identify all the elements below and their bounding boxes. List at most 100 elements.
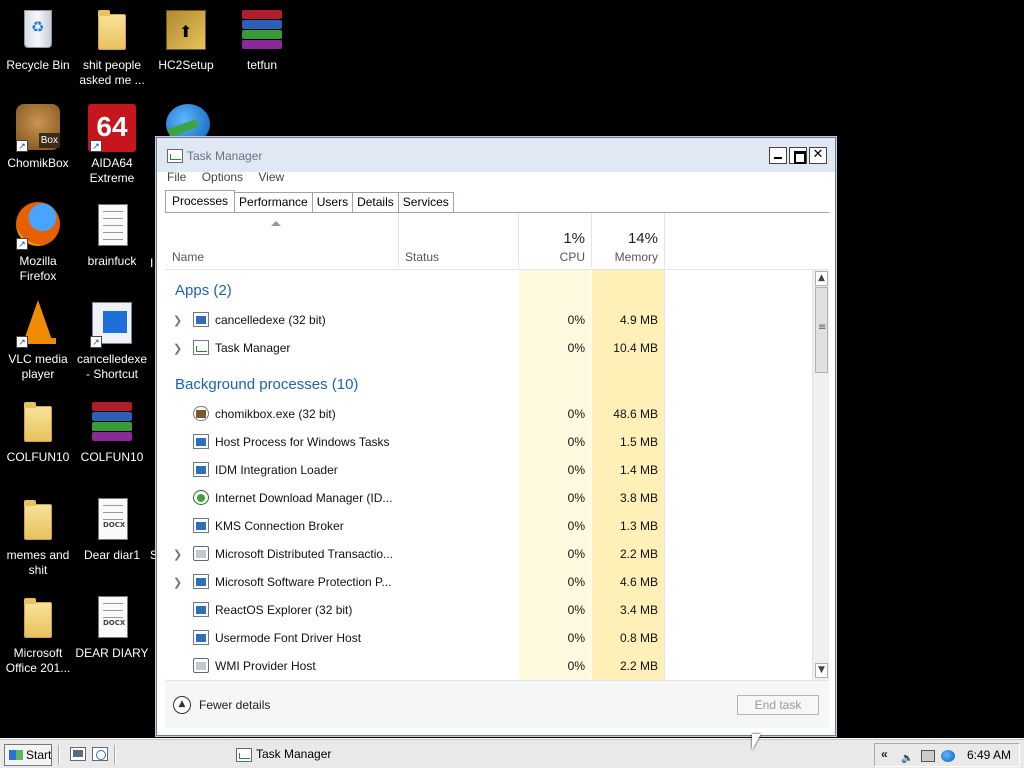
table-row[interactable]: ❯ Microsoft Distributed Transactio... 0%… — [165, 540, 811, 568]
column-header-status[interactable]: Status — [399, 213, 519, 268]
process-name: ReactOS Explorer (32 bit) — [215, 603, 353, 617]
table-row[interactable]: KMS Connection Broker 0% 1.3 MB — [165, 512, 811, 540]
end-task-button[interactable]: End task — [737, 695, 819, 715]
volume-icon[interactable] — [901, 750, 915, 762]
tab-details[interactable]: Details — [353, 192, 399, 213]
table-row[interactable]: ❯ cancelledexe (32 bit) 0% 4.9 MB — [165, 306, 811, 334]
tab-users[interactable]: Users — [312, 192, 354, 213]
table-row[interactable]: Host Process for Windows Tasks 0% 1.5 MB — [165, 428, 811, 456]
process-list: Apps (2) ❯ cancelledexe (32 bit) 0% 4.9 … — [165, 270, 811, 680]
process-cpu: 0% — [567, 341, 585, 355]
desktop-icon-vlc[interactable]: ↗ VLC media player — [0, 300, 76, 382]
tab-processes[interactable]: Processes — [165, 190, 236, 213]
table-row[interactable]: IDM Integration Loader 0% 1.4 MB — [165, 456, 811, 484]
installer-icon — [166, 10, 206, 50]
column-header-name[interactable]: Name — [165, 213, 399, 268]
desktop-icon-colfun10-folder[interactable]: COLFUN10 — [0, 398, 76, 465]
chevron-right-icon[interactable]: ❯ — [173, 548, 182, 561]
taskbar-item-task-manager[interactable]: Task Manager — [232, 744, 752, 766]
process-memory: 4.6 MB — [619, 575, 658, 589]
memory-total: 14% — [627, 230, 658, 247]
process-cpu: 0% — [567, 547, 585, 561]
tab-performance[interactable]: Performance — [235, 192, 313, 213]
desktop-icon-label: HC2Setup — [158, 58, 214, 72]
desktop-icon-brainfuck[interactable]: brainfuck — [74, 202, 150, 269]
explorer-icon[interactable] — [92, 747, 108, 761]
scroll-up-icon[interactable]: ▲ — [815, 271, 828, 286]
desktop-icon-aida64[interactable]: 64 ↗ AIDA64 Extreme — [74, 104, 150, 186]
process-memory: 1.5 MB — [619, 435, 658, 449]
process-memory: 2.2 MB — [619, 659, 658, 673]
desktop-icon-memes-folder[interactable]: memes and shit — [0, 496, 76, 578]
winrar-icon — [242, 10, 282, 50]
scrollbar-thumb[interactable] — [815, 287, 828, 373]
desktop-icon-label: COLFUN10 — [6, 450, 70, 464]
app-window-icon — [193, 630, 209, 645]
clock[interactable]: 6:49 AM — [967, 748, 1011, 762]
desktop-icon-colfun10-archive[interactable]: COLFUN10 — [74, 398, 150, 465]
tray-expand-icon[interactable]: « — [881, 747, 888, 761]
desktop-icon-label: Recycle Bin — [6, 58, 70, 72]
menu-options[interactable]: Options — [200, 170, 245, 184]
shortcut-arrow-icon: ↗ — [16, 336, 28, 348]
chevron-right-icon[interactable]: ❯ — [173, 576, 182, 589]
table-row[interactable]: ❯ Task Manager 0% 10.4 MB — [165, 334, 811, 362]
table-row[interactable]: chomikbox.exe (32 bit) 0% 48.6 MB — [165, 400, 811, 428]
column-header-cpu[interactable]: 1% CPU — [519, 213, 592, 268]
group-header-background[interactable]: Background processes (10) — [175, 376, 358, 393]
desktop-icon-firefox[interactable]: ↗ Mozilla Firefox — [0, 202, 76, 284]
desktop-icon-tetfun[interactable]: tetfun — [224, 6, 300, 73]
task-manager-icon — [193, 340, 209, 355]
desktop-icon-cancelledexe-shortcut[interactable]: ↗ cancelledexe - Shortcut — [74, 300, 150, 382]
tab-services[interactable]: Services — [398, 192, 454, 213]
footer-bar: ▲ Fewer details End task — [165, 680, 829, 728]
idm-tray-icon[interactable] — [941, 750, 955, 762]
close-button[interactable]: ✕ — [809, 147, 827, 164]
column-header-memory[interactable]: 14% Memory — [592, 213, 665, 268]
table-row[interactable]: ❯ Microsoft Software Protection P... 0% … — [165, 568, 811, 596]
shortcut-arrow-icon: ↗ — [16, 238, 28, 250]
process-memory: 3.8 MB — [619, 491, 658, 505]
app-window-icon — [193, 602, 209, 617]
table-row[interactable]: ReactOS Explorer (32 bit) 0% 3.4 MB — [165, 596, 811, 624]
folder-icon — [24, 402, 52, 442]
table-row[interactable]: Internet Download Manager (ID... 0% 3.8 … — [165, 484, 811, 512]
chevron-right-icon[interactable]: ❯ — [173, 342, 182, 355]
table-row[interactable]: Usermode Font Driver Host 0% 0.8 MB — [165, 624, 811, 652]
desktop-icon-hc2setup[interactable]: HC2Setup — [148, 6, 224, 73]
desktop-icon-dear-diar1[interactable]: DOCX Dear diar1 — [74, 496, 150, 563]
shortcut-arrow-icon: ↗ — [90, 336, 102, 348]
taskbar-separator — [58, 745, 60, 765]
scroll-down-icon[interactable]: ▼ — [815, 663, 828, 678]
desktop-icon-shit-people-folder[interactable]: shit people asked me ... — [74, 6, 150, 88]
desktop-icon-office-folder[interactable]: Microsoft Office 201... — [0, 594, 76, 676]
vertical-scrollbar[interactable]: ▲ ▼ — [812, 270, 829, 680]
show-desktop-icon[interactable] — [70, 747, 86, 761]
menu-bar: File Options View — [165, 170, 294, 186]
menu-view[interactable]: View — [256, 170, 286, 184]
process-cpu: 0% — [567, 575, 585, 589]
taskbar: Start Task Manager « 6:49 AM — [0, 738, 1024, 768]
process-memory: 3.4 MB — [619, 603, 658, 617]
process-memory: 0.8 MB — [619, 631, 658, 645]
desktop-icon-dear-diary[interactable]: DOCX DEAR DIARY — [74, 594, 150, 661]
maximize-button[interactable] — [789, 147, 807, 164]
menu-file[interactable]: File — [165, 170, 188, 184]
process-cpu: 0% — [567, 659, 585, 673]
folder-icon — [98, 10, 126, 50]
chevron-up-icon[interactable]: ▲ — [173, 696, 191, 714]
start-button[interactable]: Start — [4, 744, 52, 766]
minimize-button[interactable] — [769, 147, 787, 164]
desktop-icon-recycle-bin[interactable]: Recycle Bin — [0, 6, 76, 73]
table-row[interactable]: WMI Provider Host 0% 2.2 MB — [165, 652, 811, 680]
group-header-apps[interactable]: Apps (2) — [175, 282, 232, 299]
cpu-total: 1% — [563, 230, 585, 247]
chevron-right-icon[interactable]: ❯ — [173, 314, 182, 327]
title-bar[interactable]: Task Manager ✕ — [157, 138, 835, 172]
desktop-icon-chomikbox[interactable]: Box ↗ ChomikBox — [0, 104, 76, 171]
network-icon[interactable] — [921, 750, 935, 762]
fewer-details-link[interactable]: Fewer details — [199, 698, 270, 712]
process-cpu: 0% — [567, 631, 585, 645]
folder-icon — [24, 598, 52, 638]
desktop-icon-label: brainfuck — [87, 254, 137, 268]
